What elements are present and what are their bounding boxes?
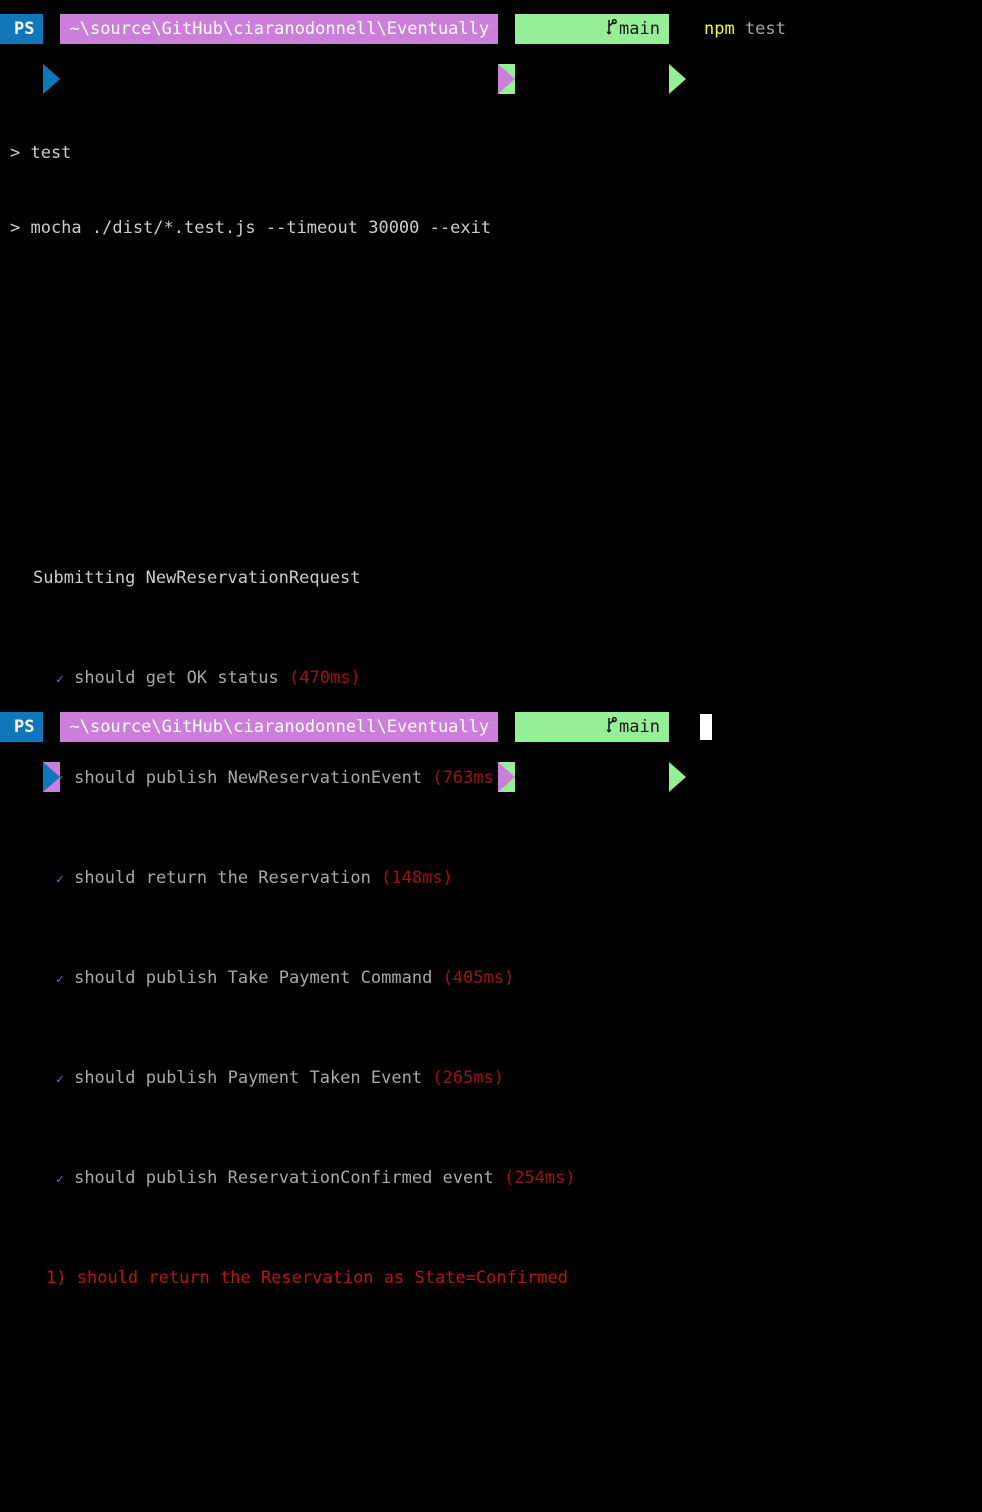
prompt-path: ~\source\GitHub\ciaranodonnell\Eventuall… xyxy=(69,716,490,737)
chevron-ps-to-path xyxy=(43,712,61,792)
sp xyxy=(64,1068,74,1088)
shell-label-segment: PS xyxy=(0,712,44,742)
sp xyxy=(422,768,432,788)
test-suite-title: Submitting NewReservationRequest xyxy=(33,568,361,588)
test-duration: (148ms) xyxy=(381,868,453,888)
block-cursor[interactable] xyxy=(699,714,712,740)
test-title-value: should get OK status xyxy=(74,668,279,688)
test-title-value: should return the Reservation xyxy=(74,868,371,888)
sp xyxy=(64,968,74,988)
sp xyxy=(422,1068,432,1088)
test-row: ✓ should publish Take Payment Command (4… xyxy=(10,966,972,991)
test-row: ✓ should get OK status (470ms) xyxy=(10,666,972,691)
prompt-line-top: PS ~\source\GitHub\ciaranodonnell\Eventu… xyxy=(0,14,786,94)
prompt-path: ~\source\GitHub\ciaranodonnell\Eventuall… xyxy=(69,18,490,39)
test-fail-index: 1) xyxy=(46,1268,67,1288)
sp xyxy=(64,868,74,888)
test-pass-check-icon: ✓ xyxy=(56,672,64,687)
test-row: ✓ should publish Payment Taken Event (26… xyxy=(10,1066,972,1091)
command-args-value: test xyxy=(744,18,786,39)
test-title xyxy=(64,668,74,688)
sp xyxy=(494,1168,504,1188)
command-name: npm xyxy=(703,18,735,39)
chevron-ps-to-path xyxy=(43,14,61,94)
test-title-value: should publish NewReservationEvent xyxy=(74,768,423,788)
git-branch-name: main xyxy=(619,18,660,39)
test-title-value: should publish Payment Taken Event xyxy=(74,1068,423,1088)
test-pass-check-icon: ✓ xyxy=(56,872,64,887)
test-duration: (254ms) xyxy=(503,1168,576,1188)
git-branch-icon xyxy=(524,0,617,68)
path-segment: ~\source\GitHub\ciaranodonnell\Eventuall… xyxy=(60,712,499,742)
test-duration: (265ms) xyxy=(432,1068,504,1088)
terminal-window[interactable]: PS ~\source\GitHub\ciaranodonnell\Eventu… xyxy=(0,0,982,1288)
test-title-value: should publish Take Payment Command xyxy=(74,968,433,988)
npm-script-command: > mocha ./dist/*.test.js --timeout 30000… xyxy=(10,218,492,238)
test-pass-check-icon: ✓ xyxy=(56,972,64,987)
test-title-value: should publish ReservationConfirmed even… xyxy=(74,1168,494,1188)
sp xyxy=(371,868,381,888)
terminal-output: > test > mocha ./dist/*.test.js --timeou… xyxy=(10,66,972,1512)
path-segment: ~\source\GitHub\ciaranodonnell\Eventuall… xyxy=(60,14,499,44)
chevron-branch-end xyxy=(668,14,686,94)
test-pass-check-icon: ✓ xyxy=(56,1172,64,1187)
test-duration: (763ms) xyxy=(432,768,504,788)
sp xyxy=(64,1168,74,1188)
chevron-path-to-branch xyxy=(498,14,516,94)
test-duration: (405ms) xyxy=(442,968,515,988)
test-row: ✓ should publish NewReservationEvent (76… xyxy=(10,766,972,791)
chevron-path-to-branch xyxy=(498,712,516,792)
sp xyxy=(64,768,74,788)
prompt-line-bottom[interactable]: PS ~\source\GitHub\ciaranodonnell\Eventu… xyxy=(0,712,712,792)
test-pass-check-icon: ✓ xyxy=(56,1072,64,1087)
chevron-branch-end xyxy=(668,712,686,792)
shell-label-segment: PS xyxy=(0,14,44,44)
test-row: ✓ should return the Reservation (148ms) xyxy=(10,866,972,891)
git-branch-icon xyxy=(524,691,617,766)
test-duration-space xyxy=(279,668,289,688)
shell-label: PS xyxy=(14,716,35,737)
sp xyxy=(432,968,442,988)
git-branch-segment: main xyxy=(515,14,669,44)
test-title-value: should return the Reservation as State=C… xyxy=(76,1268,569,1288)
command-line-text[interactable]: npm test xyxy=(686,14,786,44)
shell-label: PS xyxy=(14,18,35,39)
git-branch-name: main xyxy=(619,716,660,737)
test-duration: (470ms) xyxy=(289,668,361,688)
test-row: ✓ should publish ReservationConfirmed ev… xyxy=(10,1166,972,1191)
command-args xyxy=(735,17,745,42)
npm-script-header: > test xyxy=(10,143,72,163)
git-branch-segment: main xyxy=(515,712,669,742)
test-row-failed: 1) should return the Reservation as Stat… xyxy=(10,1266,972,1291)
sp xyxy=(66,1268,76,1288)
